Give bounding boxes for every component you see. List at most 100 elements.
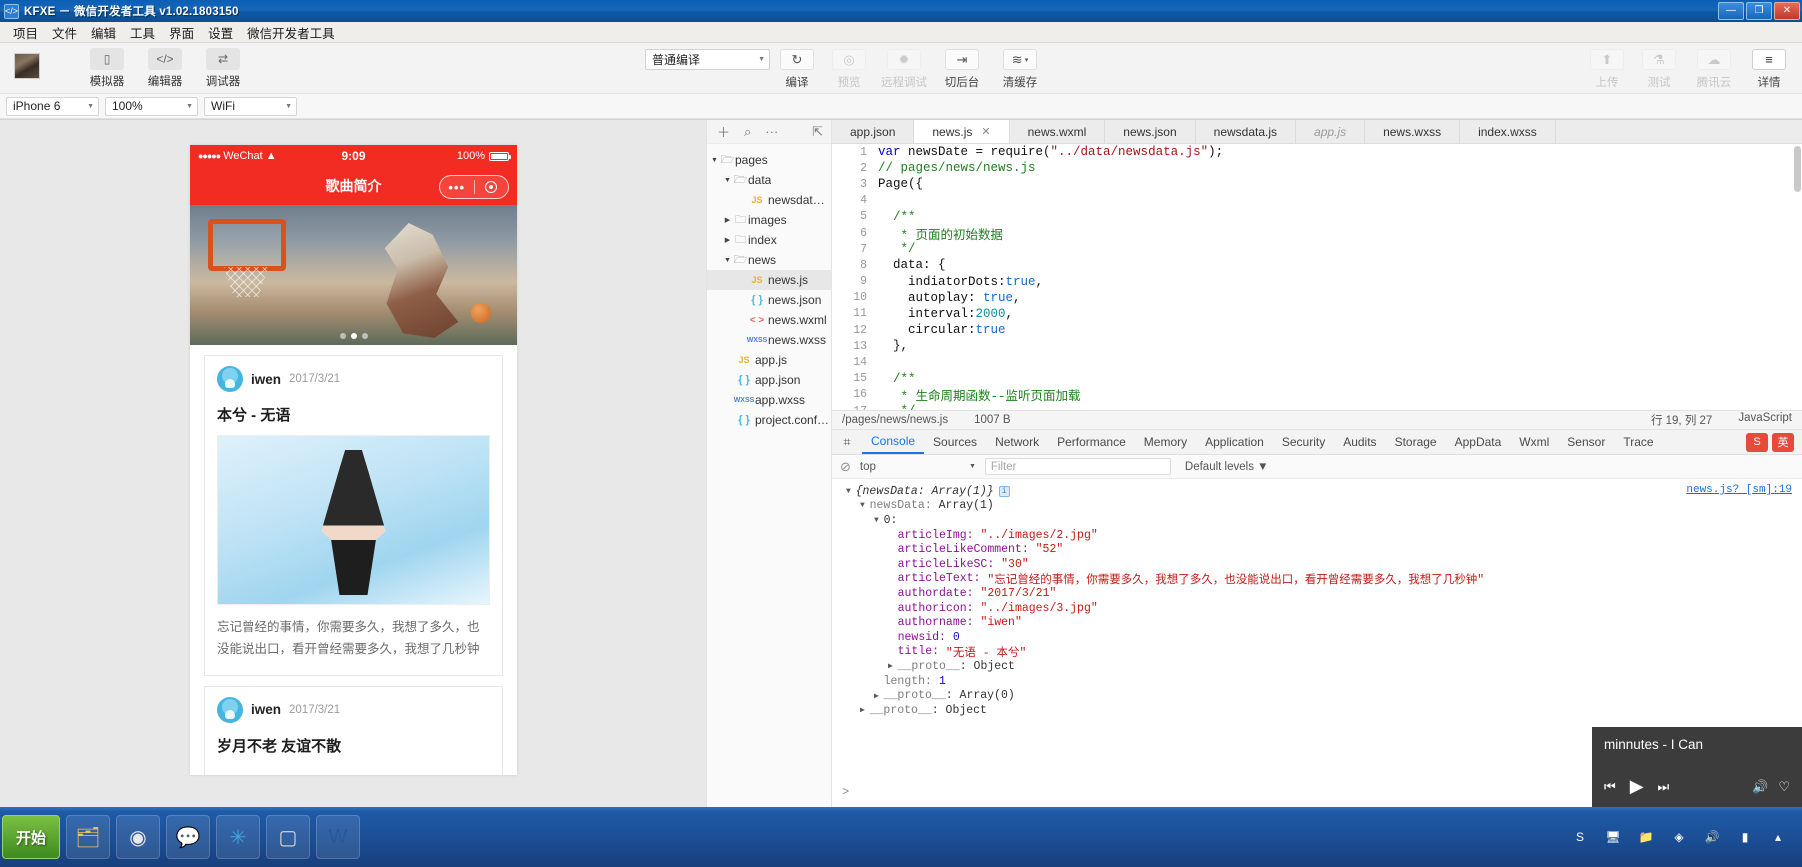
editor-tab-news-wxml[interactable]: news.wxml [1010, 120, 1106, 143]
wechat-capsule[interactable]: ••• [439, 175, 509, 199]
menu-item-ui[interactable]: 界面 [162, 21, 201, 44]
menu-item-about[interactable]: 微信开发者工具 [240, 21, 342, 44]
music-player-overlay[interactable]: minnutes - I Can ⏮ ▶ ⏭ 🔊 ♡ [1592, 727, 1802, 807]
devtools-tab-application[interactable]: Application [1196, 430, 1273, 454]
editor-scrollbar[interactable] [1794, 146, 1801, 192]
inspect-icon[interactable]: ⌗ [832, 434, 862, 450]
swiper-dot-active[interactable] [350, 333, 357, 339]
devtools-tab-trace[interactable]: Trace [1614, 430, 1662, 454]
taskbar-wechat-icon[interactable]: 💬 [166, 815, 210, 859]
close-circle-icon[interactable] [475, 181, 509, 193]
chevron-right-icon[interactable]: ▶ [860, 705, 870, 715]
taskbar-devtool-icon[interactable]: ✳ [216, 815, 260, 859]
chevron-down-icon[interactable]: ▼ [846, 487, 856, 496]
add-file-icon[interactable]: ＋ [717, 122, 730, 141]
editor-tab-app-json[interactable]: app.json [832, 120, 915, 143]
search-icon[interactable]: ⌕ [744, 124, 751, 140]
clear-console-icon[interactable]: ⊘ [840, 459, 851, 475]
maximize-button[interactable]: ❐ [1746, 2, 1772, 20]
console-prompt[interactable]: > [842, 785, 849, 799]
devtools-tab-bar[interactable]: ⌗ Console Sources Network Performance Memory A… [832, 430, 1802, 455]
swiper-dot[interactable] [361, 333, 368, 339]
background-button[interactable]: ⇥ 切后台 [934, 43, 990, 90]
user-avatar[interactable] [14, 53, 40, 79]
console-filter-input[interactable]: Filter [984, 458, 1171, 475]
console-levels-select[interactable]: Default levels ▼ [1185, 461, 1269, 473]
swiper-dot[interactable] [339, 333, 346, 339]
editor-toggle-button[interactable]: </> 编辑器 [139, 43, 191, 89]
devtools-tab-console[interactable]: Console [862, 430, 925, 454]
tray-chevron-up-icon[interactable]: ▴ [1766, 826, 1790, 848]
tray-folder-tray-icon[interactable]: 📁 [1634, 826, 1658, 848]
editor-tab-newsdata-js[interactable]: newsdata.js [1196, 120, 1297, 143]
taskbar-word-icon[interactable]: W [316, 815, 360, 859]
info-icon[interactable]: i [998, 485, 1010, 497]
file-tree-item-index[interactable]: ▶ 🗀 index [707, 230, 831, 250]
simulator-toggle-button[interactable]: ▯ 模拟器 [81, 43, 133, 89]
console-source-link[interactable]: news.js? [sm]:19 [1686, 484, 1792, 496]
tray-shield-icon[interactable]: ◈ [1667, 826, 1691, 848]
news-card[interactable]: iwen 2017/3/21 岁月不老 友谊不散 [204, 685, 503, 775]
more-icon[interactable]: ••• [440, 180, 474, 195]
preview-button[interactable]: ◎ 预览 [824, 43, 874, 90]
more-icon[interactable]: ··· [765, 124, 778, 139]
file-tree-item-images[interactable]: ▶ 🗀 images [707, 210, 831, 230]
volume-icon[interactable]: 🔊 [1752, 779, 1768, 795]
file-tree-item-news[interactable]: ▼ 🗁 news [707, 250, 831, 270]
devtools-tab-network[interactable]: Network [986, 430, 1048, 454]
devtools-tab-sensor[interactable]: Sensor [1558, 430, 1614, 454]
menu-item-settings[interactable]: 设置 [201, 21, 240, 44]
debugger-toggle-button[interactable]: ⇄ 调试器 [197, 43, 249, 89]
file-tree-item-news-wxml[interactable]: < > news.wxml [707, 310, 831, 330]
tray-monitor-icon[interactable]: 🖥 [1601, 826, 1625, 848]
minimize-button[interactable]: — [1718, 2, 1744, 20]
next-track-icon[interactable]: ⏭ [1658, 779, 1670, 795]
editor-tab-news-wxss[interactable]: news.wxss [1365, 120, 1461, 143]
tray-sogou-icon[interactable]: S [1568, 826, 1592, 848]
chevron-right-icon[interactable]: ▶ [874, 691, 884, 701]
previous-track-icon[interactable]: ⏮ [1604, 779, 1616, 795]
file-tree-item-news-wxss[interactable]: WXSS news.wxss [707, 330, 831, 350]
tray-volume-icon[interactable]: 🔊 [1700, 826, 1724, 848]
devtools-tab-wxml[interactable]: Wxml [1510, 430, 1558, 454]
language-mode[interactable]: JavaScript [1738, 412, 1792, 428]
swiper-banner[interactable] [190, 205, 517, 345]
play-icon[interactable]: ▶ [1630, 776, 1644, 797]
compile-button[interactable]: ↻ 编译 [772, 43, 822, 90]
collapse-icon[interactable]: ⇱ [812, 124, 831, 140]
devtools-tab-sources[interactable]: Sources [924, 430, 986, 454]
upload-button[interactable]: ⬆ 上传 [1582, 43, 1632, 90]
heart-icon[interactable]: ♡ [1778, 779, 1790, 795]
zoom-select[interactable]: 100% ▼ [105, 96, 198, 116]
news-card[interactable]: iwen 2017/3/21 本兮 - 无语 忘记曾经的事情，你需要多久，我想了… [204, 355, 503, 676]
file-tree-item-newsdat-[interactable]: JS newsdat… [707, 190, 831, 210]
code-editor[interactable]: 1 var newsDate = require("../data/newsdat… [832, 144, 1802, 410]
editor-tab-news-js[interactable]: news.js ✕ [914, 120, 1010, 143]
file-tree-item-news-json[interactable]: { } news.json [707, 290, 831, 310]
menu-item-edit[interactable]: 编辑 [84, 21, 123, 44]
test-button[interactable]: ⚗ 测试 [1634, 43, 1684, 90]
file-tree-item-app-wxss[interactable]: WXSS app.wxss [707, 390, 831, 410]
devtools-tab-storage[interactable]: Storage [1386, 430, 1446, 454]
file-tree-item-project-confi-[interactable]: { } project.confi… [707, 410, 831, 430]
menu-item-file[interactable]: 文件 [45, 21, 84, 44]
start-button[interactable]: 开始 [2, 815, 60, 859]
file-tree-item-app-js[interactable]: JS app.js [707, 350, 831, 370]
close-button[interactable]: ✕ [1774, 2, 1800, 20]
device-select[interactable]: iPhone 6 ▼ [6, 96, 99, 116]
editor-tab-bar[interactable]: app.json news.js ✕ news.wxml news.json newsda… [832, 120, 1802, 144]
console-context-select[interactable]: top ▼ [859, 458, 977, 475]
editor-tab-news-json[interactable]: news.json [1105, 120, 1196, 143]
chevron-down-icon[interactable]: ▼ [860, 501, 870, 510]
chevron-down-icon[interactable]: ▼ [874, 516, 884, 525]
devtools-tab-audits[interactable]: Audits [1334, 430, 1385, 454]
chevron-right-icon[interactable]: ▶ [888, 661, 898, 671]
file-tree-item-news-js[interactable]: JS news.js [707, 270, 831, 290]
editor-tab-index-wxss[interactable]: index.wxss [1460, 120, 1556, 143]
chevron-right-icon[interactable]: ▶ [722, 216, 733, 224]
taskbar-window-icon[interactable]: ▢ [266, 815, 310, 859]
chevron-down-icon[interactable]: ▼ [709, 157, 720, 164]
chevron-down-icon[interactable]: ▼ [722, 257, 733, 264]
devtools-tab-performance[interactable]: Performance [1048, 430, 1135, 454]
file-tree-item-pages[interactable]: ▼ 🗁 pages [707, 150, 831, 170]
